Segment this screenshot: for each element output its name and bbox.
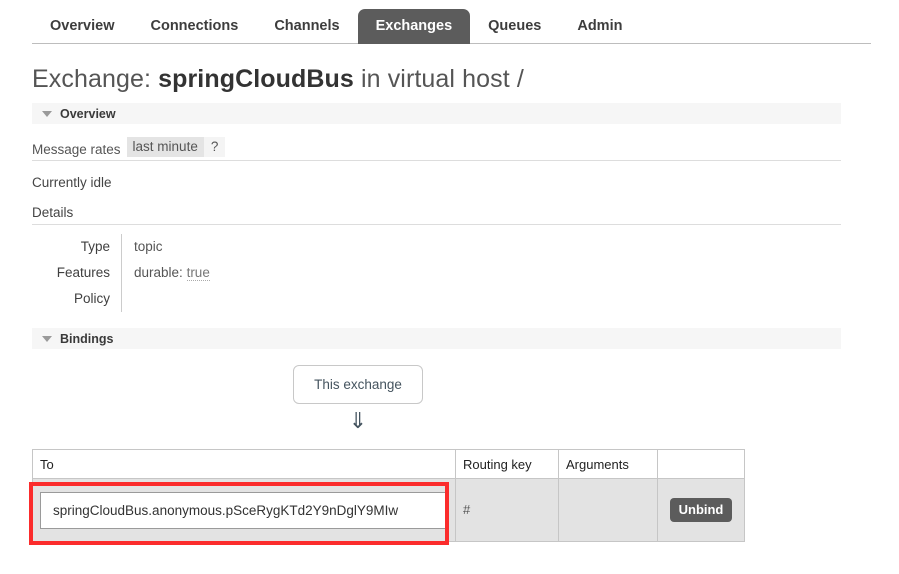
page-title: Exchange: springCloudBus in virtual host… — [32, 64, 899, 94]
tab-queues[interactable]: Queues — [470, 9, 559, 44]
collapse-triangle-icon — [42, 110, 52, 117]
column-header-action — [657, 449, 745, 479]
this-exchange-node: This exchange — [293, 365, 423, 404]
features-durable-value: true — [186, 265, 210, 281]
binding-destination-cell: springCloudBus.anonymous.pSceRygKTd2Y9nD… — [32, 478, 456, 542]
details-label: Details — [32, 194, 841, 225]
bindings-table-body: springCloudBus.anonymous.pSceRygKTd2Y9nD… — [32, 478, 745, 542]
tab-channels[interactable]: Channels — [256, 9, 357, 44]
details-value-features: durable: true — [122, 260, 210, 286]
details-row-policy: Policy — [32, 286, 210, 312]
bindings-table: To Routing key Arguments springCloudBus.… — [32, 449, 745, 542]
bindings-body: This exchange ⇓ To Routing key Arguments… — [32, 349, 899, 542]
page-title-prefix: Exchange: — [32, 65, 152, 93]
details-key-policy: Policy — [32, 286, 122, 312]
message-rates-row: Message rates last minute ? — [32, 124, 841, 161]
nav-tab-list: Overview Connections Channels Exchanges … — [32, 0, 871, 44]
help-icon[interactable]: ? — [203, 137, 226, 157]
exchange-details-table: Type topic Features durable: true Policy — [32, 234, 210, 312]
currently-idle-text: Currently idle — [32, 175, 112, 190]
binding-routing-key-cell: # — [455, 478, 559, 542]
details-key-type: Type — [32, 234, 122, 260]
bindings-table-head: To Routing key Arguments — [32, 449, 745, 479]
unbind-button[interactable]: Unbind — [669, 498, 733, 522]
details-value-type: topic — [122, 234, 210, 260]
tab-admin[interactable]: Admin — [559, 9, 640, 44]
details-row-features: Features durable: true — [32, 260, 210, 286]
main-navigation: Overview Connections Channels Exchanges … — [32, 0, 871, 44]
details-key-features: Features — [32, 260, 122, 286]
queue-name-link[interactable]: springCloudBus.anonymous.pSceRygKTd2Y9nD… — [40, 491, 448, 529]
vhost-name: / — [516, 65, 524, 93]
rate-period-last-minute[interactable]: last minute — [126, 137, 204, 157]
overview-body: Message rates last minute ? Currently id… — [32, 124, 899, 312]
double-down-arrow-icon: ⇓ — [348, 409, 368, 434]
exchange-name: springCloudBus — [158, 65, 354, 93]
this-exchange-diagram: This exchange ⇓ — [32, 349, 684, 434]
column-header-to: To — [32, 449, 456, 479]
binding-action-cell: Unbind — [657, 478, 745, 542]
message-rates-label: Message rates — [32, 142, 121, 157]
tab-exchanges[interactable]: Exchanges — [357, 9, 471, 44]
details-row-type: Type topic — [32, 234, 210, 260]
section-label-overview: Overview — [60, 106, 116, 121]
collapse-triangle-icon — [42, 335, 52, 342]
features-label: durable: — [134, 265, 183, 280]
column-header-routing-key: Routing key — [455, 449, 559, 479]
table-row: springCloudBus.anonymous.pSceRygKTd2Y9nD… — [32, 478, 745, 542]
section-header-overview[interactable]: Overview — [32, 103, 841, 124]
binding-arguments-cell — [558, 478, 658, 542]
tab-overview[interactable]: Overview — [32, 9, 133, 44]
page-title-middle: in virtual host — [360, 65, 510, 93]
details-value-policy — [122, 286, 210, 312]
routing-key-value: # — [463, 502, 471, 517]
tab-connections[interactable]: Connections — [133, 9, 257, 44]
section-label-bindings: Bindings — [60, 331, 114, 346]
type-value: topic — [134, 239, 163, 254]
table-header-row: To Routing key Arguments — [32, 449, 745, 479]
column-header-arguments: Arguments — [558, 449, 658, 479]
section-header-bindings[interactable]: Bindings — [32, 328, 841, 349]
